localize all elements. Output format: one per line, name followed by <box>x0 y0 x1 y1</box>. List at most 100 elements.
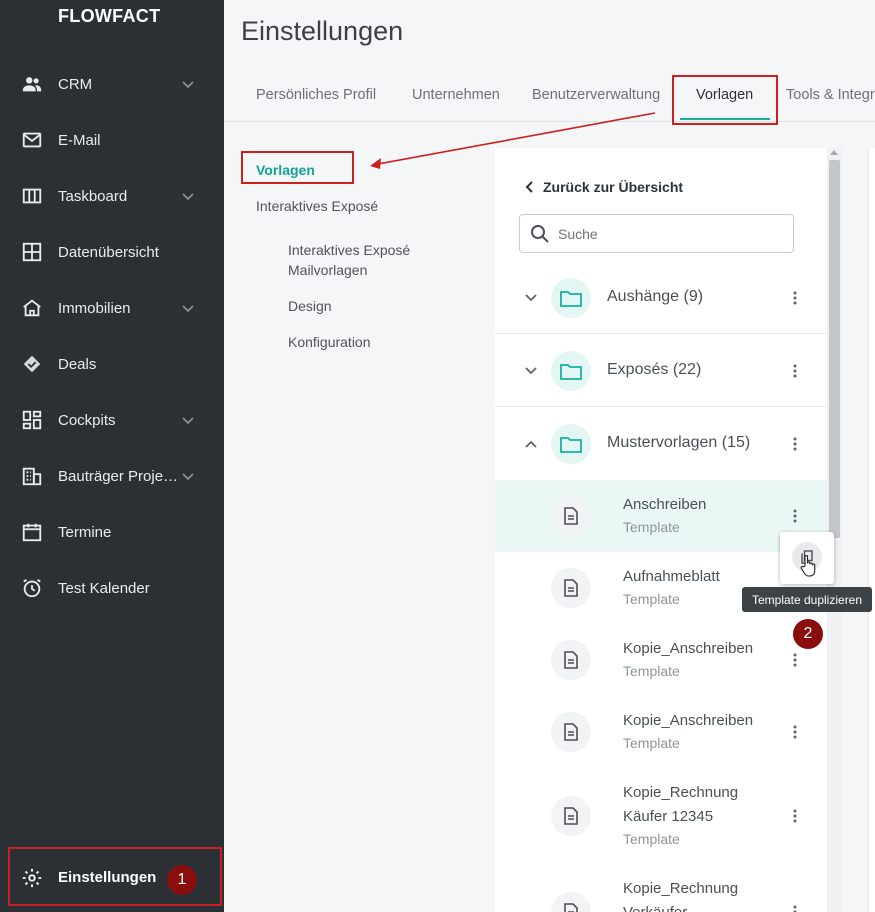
scrollbar-thumb[interactable] <box>829 160 840 538</box>
templates-panel: Zurück zur Übersicht Aushänge (9) Exposé… <box>495 148 827 912</box>
chevron-up-icon[interactable] <box>523 436 539 452</box>
template-row[interactable]: Anschreiben Template <box>495 480 827 552</box>
sidebar-item-label: Deals <box>58 355 97 373</box>
more-vertical-icon[interactable] <box>787 290 803 306</box>
template-name: Kopie_Anschreiben <box>623 712 754 729</box>
template-name-line1: Kopie_Rechnung <box>623 784 739 801</box>
step-badge-1: 1 <box>167 865 197 895</box>
folder-row[interactable]: Exposés (22) <box>495 335 827 407</box>
more-vertical-icon[interactable] <box>787 652 803 668</box>
sidebar-item-taskboard[interactable]: Taskboard <box>0 176 224 216</box>
chevron-left-icon <box>525 181 533 193</box>
folder-icon <box>551 351 591 391</box>
sidebar-item-label: Bauträger Proje… <box>58 467 179 485</box>
folder-row[interactable]: Aushänge (9) <box>495 262 827 334</box>
template-type: Template <box>623 591 680 607</box>
sidebar-item-email[interactable]: E-Mail <box>0 120 224 160</box>
people-icon <box>20 72 44 96</box>
template-name-line1: Kopie_Rechnung <box>623 880 739 897</box>
subnav-item-konfiguration[interactable]: Konfiguration <box>288 332 371 352</box>
sidebar-item-bautraeger[interactable]: Bauträger Proje… <box>0 456 224 496</box>
more-vertical-icon[interactable] <box>787 904 803 912</box>
template-name: Anschreiben <box>623 496 707 513</box>
more-vertical-icon[interactable] <box>787 363 803 379</box>
right-panel-edge <box>868 148 875 912</box>
sidebar-item-label: E-Mail <box>58 131 101 149</box>
handshake-icon <box>20 352 44 376</box>
tab-persoenliches-profil[interactable]: Persönliches Profil <box>256 87 376 103</box>
document-icon <box>551 796 591 836</box>
tab-unternehmen[interactable]: Unternehmen <box>412 87 500 103</box>
template-row[interactable]: Kopie_Rechnung Käufer 12345 Template <box>495 768 827 864</box>
sidebar-item-termine[interactable]: Termine <box>0 512 224 552</box>
template-type: Template <box>623 519 680 535</box>
document-icon <box>551 892 591 912</box>
more-vertical-icon[interactable] <box>787 436 803 452</box>
more-vertical-icon[interactable] <box>787 724 803 740</box>
chevron-down-icon[interactable] <box>523 363 539 379</box>
back-label: Zurück zur Übersicht <box>543 179 684 195</box>
sidebar-item-label: CRM <box>58 75 93 93</box>
highlight-box-vorlagen-subnav <box>241 151 354 184</box>
document-icon <box>551 496 591 536</box>
template-row[interactable]: Kopie_Anschreiben Template <box>495 696 827 768</box>
template-name: Kopie_Anschreiben <box>623 640 754 657</box>
step-badge-2: 2 <box>793 619 823 649</box>
sidebar-item-immobilien[interactable]: Immobilien <box>0 288 224 328</box>
folder-row[interactable]: Mustervorlagen (15) <box>495 408 827 480</box>
search-box[interactable] <box>519 214 794 253</box>
subnav-item-interaktives-expose[interactable]: Interaktives Exposé <box>256 196 378 216</box>
folder-icon <box>551 424 591 464</box>
search-icon <box>531 225 549 243</box>
folder-label: Aushänge (9) <box>607 288 704 305</box>
chevron-down-icon <box>182 305 194 313</box>
sidebar: FLOWFACT CRM E-Mail Taskboard Datenübers… <box>0 0 224 912</box>
folder-icon <box>551 278 591 318</box>
hand-cursor-icon <box>800 554 816 577</box>
template-type: Template <box>623 831 680 847</box>
sidebar-item-test-kalender[interactable]: Test Kalender <box>0 568 224 608</box>
subnav-item-expose-mailvorlagen[interactable]: Interaktives Exposé Mailvorlagen <box>288 240 438 280</box>
sidebar-item-label: Test Kalender <box>58 579 150 597</box>
calendar-icon <box>20 520 44 544</box>
home-icon <box>20 296 44 320</box>
template-actions-popover <box>780 532 834 584</box>
sidebar-item-crm[interactable]: CRM <box>0 64 224 104</box>
app-logo: FLOWFACT <box>58 6 161 26</box>
tooltip-template-duplizieren: Template duplizieren <box>742 587 872 612</box>
sidebar-item-deals[interactable]: Deals <box>0 344 224 384</box>
more-vertical-icon[interactable] <box>787 508 803 524</box>
mail-icon <box>20 128 44 152</box>
building-icon <box>20 464 44 488</box>
sidebar-item-label: Cockpits <box>58 411 116 429</box>
template-row[interactable]: Kopie_Anschreiben Template <box>495 624 827 696</box>
template-type: Template <box>623 663 680 679</box>
document-icon <box>551 640 591 680</box>
sidebar-item-datenuebersicht[interactable]: Datenübersicht <box>0 232 224 272</box>
tab-tools-integrationen[interactable]: Tools & Integr <box>786 87 875 103</box>
chevron-down-icon <box>182 193 194 201</box>
tab-benutzerverwaltung[interactable]: Benutzerverwaltung <box>532 87 660 103</box>
more-vertical-icon[interactable] <box>787 808 803 824</box>
template-name-line2: Verkäufer <box>623 901 687 912</box>
template-name: Aufnahmeblatt <box>623 568 720 585</box>
chevron-down-icon[interactable] <box>523 290 539 306</box>
chevron-down-icon <box>182 417 194 425</box>
search-input[interactable] <box>558 224 783 244</box>
folder-label: Mustervorlagen (15) <box>607 434 751 451</box>
sidebar-item-cockpits[interactable]: Cockpits <box>0 400 224 440</box>
folder-label: Exposés (22) <box>607 361 702 378</box>
highlight-box-vorlagen-tab <box>672 75 778 125</box>
alarm-icon <box>20 576 44 600</box>
subnav-item-design[interactable]: Design <box>288 296 332 316</box>
scroll-up-arrow[interactable] <box>830 150 838 155</box>
sidebar-item-label: Termine <box>58 523 112 541</box>
sidebar-item-label: Taskboard <box>58 187 128 205</box>
template-row[interactable]: Kopie_Rechnung Verkäufer <box>495 864 827 912</box>
back-to-overview-link[interactable]: Zurück zur Übersicht <box>525 179 683 195</box>
sidebar-item-label: Datenübersicht <box>58 243 159 261</box>
chevron-down-icon <box>182 81 194 89</box>
document-icon <box>551 568 591 608</box>
chevron-down-icon <box>182 473 194 481</box>
dashboard-icon <box>20 408 44 432</box>
